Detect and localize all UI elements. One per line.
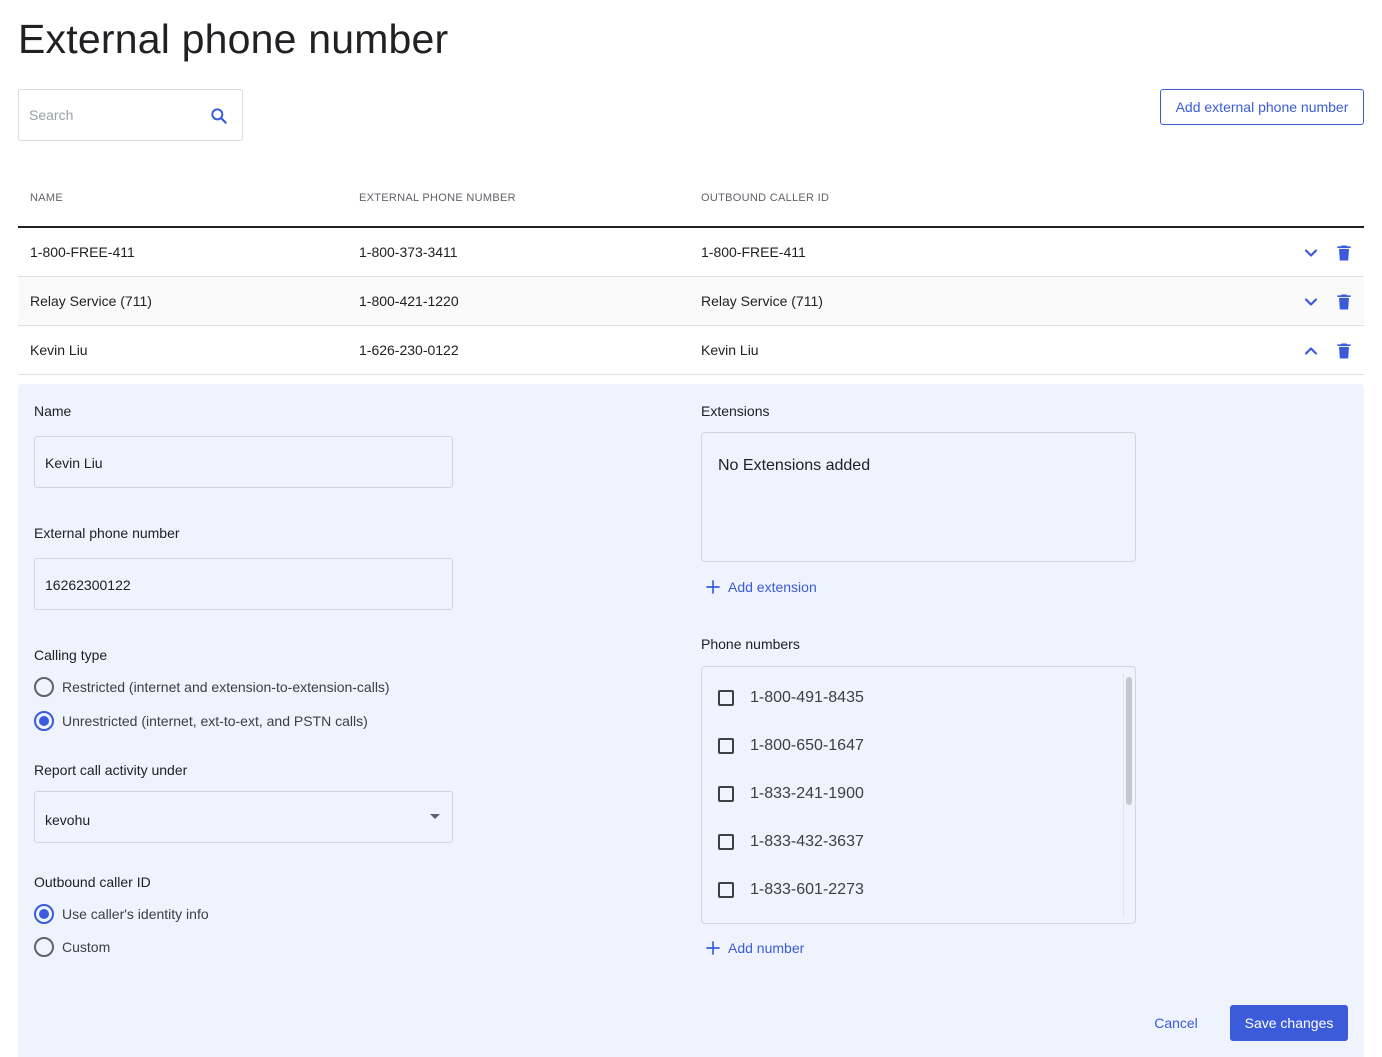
- external-number-field[interactable]: [34, 558, 453, 610]
- calling-type-restricted-option[interactable]: Restricted (internet and extension-to-ex…: [34, 677, 390, 697]
- chevron-up-icon[interactable]: [1301, 341, 1321, 361]
- extensions-label: Extensions: [701, 403, 770, 419]
- radio-label: Use caller's identity info: [62, 906, 209, 922]
- row-name: 1-800-FREE-411: [30, 244, 135, 260]
- outbound-caller-id-label: Outbound caller ID: [34, 874, 151, 890]
- row-caller-id: Kevin Liu: [701, 342, 759, 358]
- row-number: 1-800-421-1220: [359, 293, 459, 309]
- checkbox[interactable]: [718, 882, 734, 898]
- external-number-label: External phone number: [34, 525, 180, 541]
- search-input[interactable]: [29, 107, 199, 123]
- scrollbar-thumb[interactable]: [1126, 677, 1132, 805]
- name-input[interactable]: [45, 455, 425, 471]
- phone-number-text: 1-800-491-8435: [750, 689, 864, 706]
- table-row[interactable]: Kevin Liu 1-626-230-0122 Kevin Liu: [18, 326, 1364, 375]
- caller-id-custom-option[interactable]: Custom: [34, 937, 110, 957]
- external-numbers-table: NAME EXTERNAL PHONE NUMBER OUTBOUND CALL…: [18, 170, 1364, 375]
- trash-icon[interactable]: [1334, 341, 1354, 361]
- row-name: Kevin Liu: [30, 342, 88, 358]
- dropdown-arrow-icon[interactable]: [430, 814, 440, 819]
- table-row[interactable]: Relay Service (711) 1-800-421-1220 Relay…: [18, 277, 1364, 326]
- column-header-name[interactable]: NAME: [30, 192, 63, 204]
- checkbox[interactable]: [718, 834, 734, 850]
- calling-type-unrestricted-option[interactable]: Unrestricted (internet, ext-to-ext, and …: [34, 711, 368, 731]
- trash-icon[interactable]: [1334, 243, 1354, 263]
- column-header-outbound-caller-id[interactable]: OUTBOUND CALLER ID: [701, 192, 829, 204]
- radio-button-selected[interactable]: [34, 711, 54, 731]
- radio-button-selected[interactable]: [34, 904, 54, 924]
- caller-id-identity-option[interactable]: Use caller's identity info: [34, 904, 209, 924]
- scrollbar-track[interactable]: [1123, 673, 1133, 917]
- plus-icon: [706, 580, 720, 594]
- checkbox[interactable]: [718, 786, 734, 802]
- phone-number-text: 1-800-650-1647: [750, 737, 864, 754]
- report-activity-value: kevohu: [45, 812, 91, 828]
- table-row[interactable]: 1-800-FREE-411 1-800-373-3411 1-800-FREE…: [18, 228, 1364, 277]
- list-item[interactable]: 1-800-491-8435: [718, 689, 864, 707]
- radio-button[interactable]: [34, 937, 54, 957]
- report-activity-label: Report call activity under: [34, 762, 188, 778]
- list-item[interactable]: 1-833-241-1900: [718, 785, 864, 803]
- edit-panel: Name External phone number Calling type …: [18, 384, 1364, 1057]
- add-number-label: Add number: [728, 940, 805, 956]
- trash-icon[interactable]: [1334, 292, 1354, 312]
- plus-icon: [706, 941, 720, 955]
- phone-number-text: 1-833-601-2273: [750, 881, 864, 898]
- phone-number-text: 1-833-241-1900: [750, 785, 864, 802]
- list-item[interactable]: 1-833-432-3637: [718, 833, 864, 851]
- radio-label: Unrestricted (internet, ext-to-ext, and …: [62, 713, 368, 729]
- table-header: NAME EXTERNAL PHONE NUMBER OUTBOUND CALL…: [18, 170, 1364, 228]
- list-item[interactable]: 1-833-601-2273: [718, 881, 864, 899]
- extensions-list: No Extensions added: [701, 432, 1136, 562]
- chevron-down-icon[interactable]: [1301, 243, 1321, 263]
- extensions-empty-text: No Extensions added: [718, 457, 871, 474]
- cancel-button[interactable]: Cancel: [1144, 1005, 1208, 1041]
- row-number: 1-626-230-0122: [359, 342, 459, 358]
- search-box[interactable]: [18, 89, 243, 141]
- add-extension-button[interactable]: Add extension: [704, 578, 817, 596]
- list-item[interactable]: 1-800-650-1647: [718, 737, 864, 755]
- column-header-external-phone-number[interactable]: EXTERNAL PHONE NUMBER: [359, 192, 516, 204]
- row-name: Relay Service (711): [30, 293, 152, 309]
- row-caller-id: Relay Service (711): [701, 293, 823, 309]
- chevron-down-icon[interactable]: [1301, 292, 1321, 312]
- page-title: External phone number: [18, 16, 449, 62]
- report-activity-select[interactable]: kevohu: [34, 791, 453, 843]
- phone-numbers-label: Phone numbers: [701, 636, 800, 652]
- phone-number-text: 1-833-432-3637: [750, 833, 864, 850]
- add-external-phone-number-button[interactable]: Add external phone number: [1160, 89, 1364, 125]
- radio-label: Restricted (internet and extension-to-ex…: [62, 679, 390, 695]
- add-extension-label: Add extension: [728, 579, 817, 595]
- search-icon[interactable]: [209, 106, 229, 126]
- calling-type-label: Calling type: [34, 647, 108, 663]
- radio-button[interactable]: [34, 677, 54, 697]
- phone-numbers-list[interactable]: 1-800-491-8435 1-800-650-1647 1-833-241-…: [701, 666, 1136, 924]
- checkbox[interactable]: [718, 738, 734, 754]
- name-field[interactable]: [34, 436, 453, 488]
- name-label: Name: [34, 403, 72, 419]
- external-number-input[interactable]: [45, 577, 425, 593]
- checkbox[interactable]: [718, 690, 734, 706]
- row-number: 1-800-373-3411: [359, 244, 458, 260]
- save-changes-button[interactable]: Save changes: [1230, 1005, 1348, 1041]
- row-caller-id: 1-800-FREE-411: [701, 244, 806, 260]
- radio-label: Custom: [62, 939, 111, 955]
- add-number-button[interactable]: Add number: [704, 939, 804, 957]
